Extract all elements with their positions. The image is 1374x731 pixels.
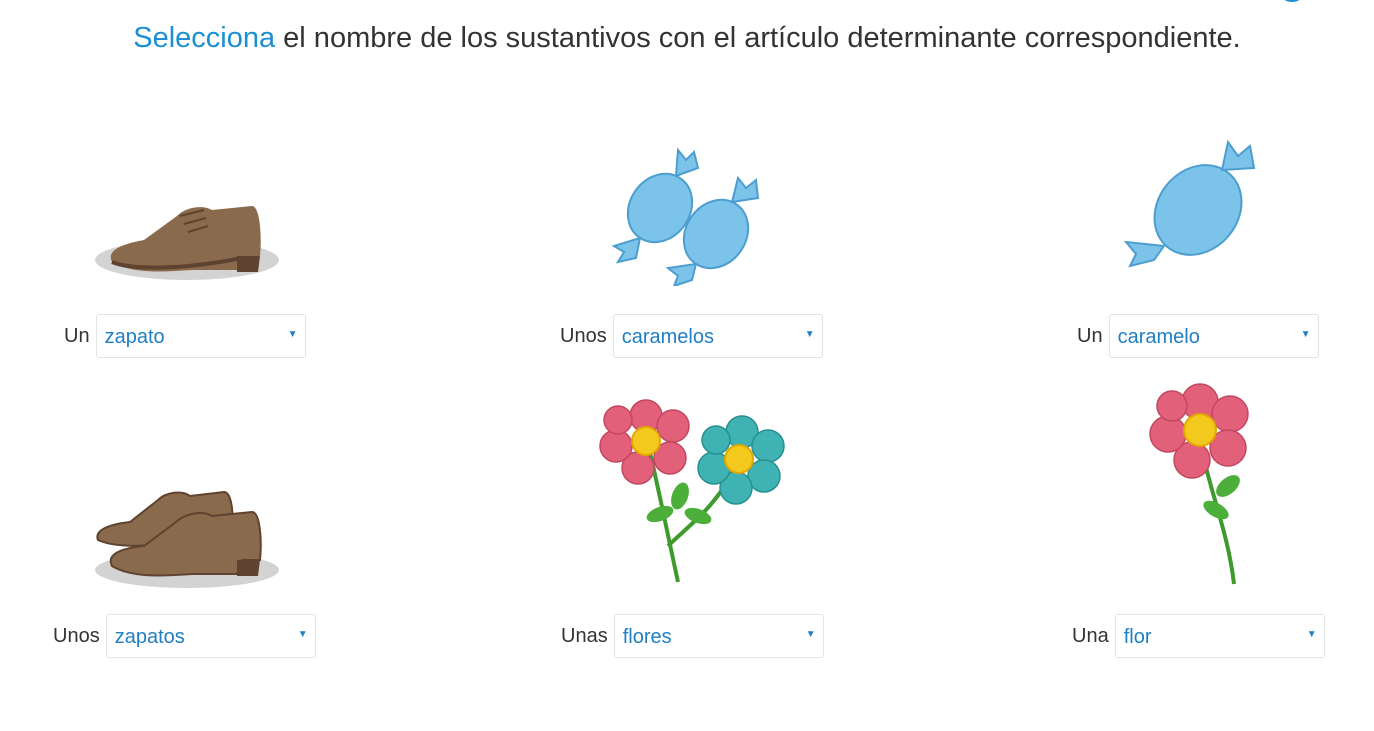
article-label: Unos (53, 624, 100, 647)
chevron-down-icon: ▼ (804, 329, 815, 340)
two-shoes-icon (92, 482, 282, 592)
help-button-edge[interactable] (1277, 0, 1307, 2)
chevron-down-icon: ▼ (1306, 629, 1317, 640)
item-1-row: Un zapato ▼ (64, 314, 306, 358)
shoe-icon (92, 196, 282, 286)
noun-select[interactable]: flores ▼ (613, 614, 824, 658)
article-label: Un (1077, 324, 1103, 347)
item-6-row: Una flor ▼ (1072, 614, 1325, 658)
selected-value: flor (1123, 626, 1152, 648)
item-3-row: Un caramelo ▼ (1077, 314, 1319, 358)
chevron-down-icon: ▼ (805, 629, 816, 640)
article-label: Unos (560, 324, 607, 347)
noun-select[interactable]: zapato ▼ (95, 314, 306, 358)
article-label: Un (64, 324, 90, 347)
instruction-text: Selecciona el nombre de los sustantivos … (0, 22, 1374, 55)
noun-select[interactable]: zapatos ▼ (105, 614, 316, 658)
noun-select[interactable]: caramelo ▼ (1108, 314, 1319, 358)
candy-icon (1120, 138, 1275, 288)
selected-value: zapato (104, 326, 165, 348)
selected-value: caramelos (621, 326, 714, 348)
chevron-down-icon: ▼ (297, 629, 308, 640)
noun-select[interactable]: flor ▼ (1114, 614, 1325, 658)
chevron-down-icon: ▼ (1300, 329, 1311, 340)
instruction-keyword: Selecciona (133, 22, 276, 54)
instruction-body: el nombre de los sustantivos con el artí… (275, 22, 1241, 54)
item-4-row: Unos zapatos ▼ (53, 614, 316, 658)
article-label: Una (1072, 624, 1109, 647)
flower-icon (1148, 382, 1258, 587)
selected-value: flores (622, 626, 672, 648)
article-label: Unas (561, 624, 608, 647)
two-candies-icon (608, 146, 773, 286)
item-2-row: Unos caramelos ▼ (560, 314, 823, 358)
chevron-down-icon: ▼ (287, 329, 298, 340)
noun-select[interactable]: caramelos ▼ (612, 314, 823, 358)
item-5-row: Unas flores ▼ (561, 614, 824, 658)
selected-value: caramelo (1117, 326, 1200, 348)
selected-value: zapatos (114, 626, 185, 648)
two-flowers-icon (598, 396, 788, 586)
